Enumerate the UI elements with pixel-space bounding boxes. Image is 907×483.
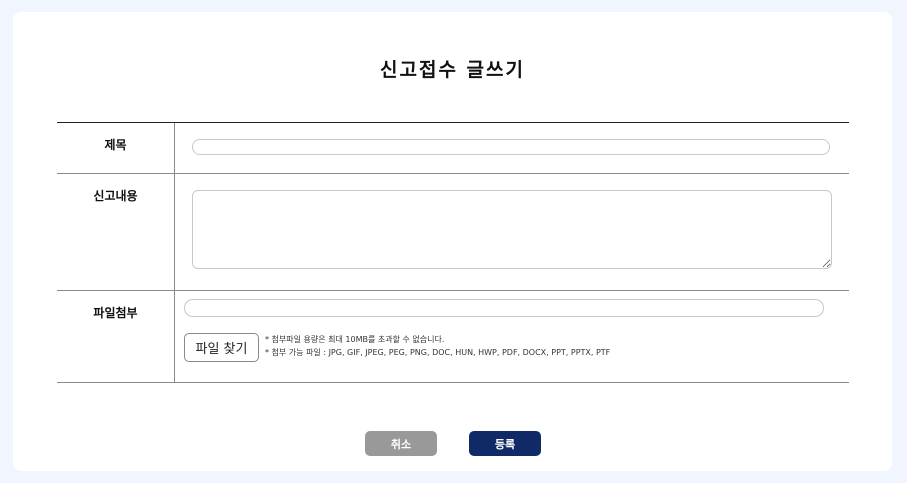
file-path-input[interactable] bbox=[184, 299, 824, 317]
content-field-cell bbox=[175, 174, 849, 290]
content-row: 신고내용 bbox=[57, 174, 849, 291]
title-input[interactable] bbox=[192, 139, 830, 155]
form-card: 신고접수 글쓰기 제목 신고내용 파일첨부 파일 찾기 * 첨부파일 용량은 최… bbox=[13, 12, 892, 471]
content-label: 신고내용 bbox=[57, 174, 175, 290]
page-title: 신고접수 글쓰기 bbox=[380, 59, 525, 81]
title-field-cell bbox=[175, 123, 849, 173]
file-field-cell: 파일 찾기 * 첨부파일 용량은 최대 10MB를 초과할 수 없습니다. * … bbox=[175, 291, 849, 382]
file-label: 파일첨부 bbox=[57, 291, 175, 382]
file-notes: * 첨부파일 용량은 최대 10MB를 초과할 수 없습니다. * 첨부 가능 … bbox=[265, 333, 610, 359]
cancel-button[interactable]: 취소 bbox=[365, 431, 437, 456]
report-form: 제목 신고내용 파일첨부 파일 찾기 * 첨부파일 용량은 최대 10MB를 초… bbox=[57, 122, 849, 383]
title-label: 제목 bbox=[57, 123, 175, 173]
file-row: 파일첨부 파일 찾기 * 첨부파일 용량은 최대 10MB를 초과할 수 없습니… bbox=[57, 291, 849, 383]
title-row: 제목 bbox=[57, 123, 849, 174]
content-textarea[interactable] bbox=[192, 190, 832, 269]
file-size-note: * 첨부파일 용량은 최대 10MB를 초과할 수 없습니다. bbox=[265, 335, 445, 344]
find-file-button[interactable]: 파일 찾기 bbox=[184, 333, 259, 362]
file-type-note: * 첨부 가능 파일 : JPG, GIF, JPEG, PEG, PNG, D… bbox=[265, 348, 611, 357]
submit-button[interactable]: 등록 bbox=[469, 431, 541, 456]
